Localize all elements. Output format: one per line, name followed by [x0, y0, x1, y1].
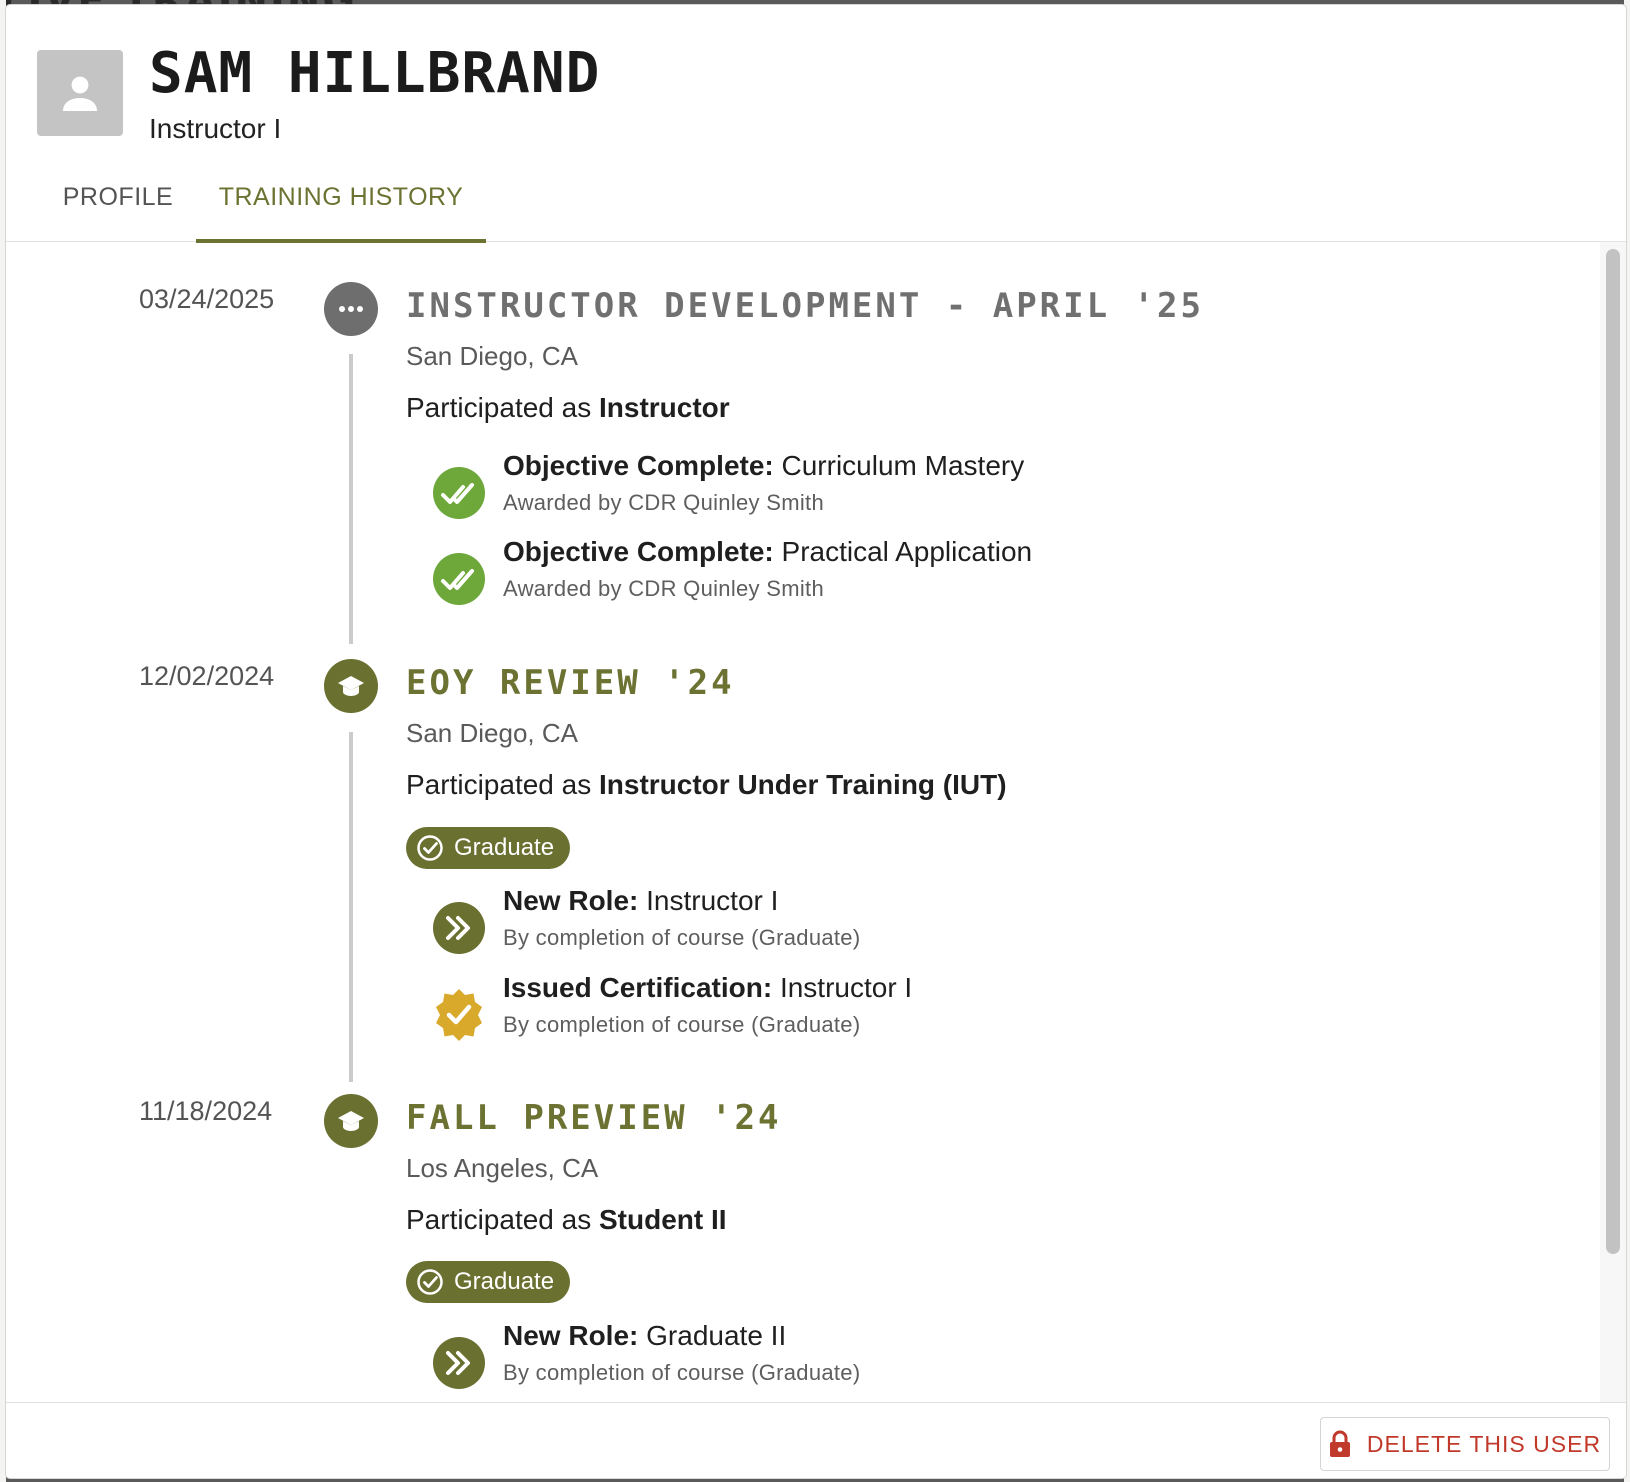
delete-button-label: DELETE THIS USER	[1366, 1430, 1602, 1457]
double-check-icon	[433, 553, 485, 605]
event-location: San Diego, CA	[406, 718, 578, 748]
delete-user-button[interactable]: DELETE THIS USER	[1320, 1417, 1610, 1471]
item-value: Curriculum Mastery	[781, 450, 1025, 481]
event-date: 03/24/2025	[139, 284, 275, 314]
person-icon	[63, 76, 97, 111]
event-title: FALL PREVIEW '24	[406, 1098, 782, 1138]
timeline-connector	[349, 732, 353, 1082]
participation-role: Instructor Under Training (IUT)	[599, 769, 1007, 800]
participation-role: Student II	[599, 1204, 727, 1235]
participation-prefix: Participated as	[406, 1204, 592, 1235]
user-role: Instructor I	[149, 113, 282, 144]
event-participation: Participated as Student II	[406, 1204, 727, 1236]
item-sub: By completion of course (Graduate)	[503, 1012, 861, 1037]
tab-bar: PROFILE TRAINING HISTORY	[6, 155, 1626, 243]
item-label: Objective Complete:	[503, 450, 774, 481]
user-name: SAM HILLBRAND	[149, 41, 601, 106]
user-detail-modal: SAM HILLBRAND Instructor I PROFILE TRAIN…	[6, 5, 1626, 1478]
badge-label: Graduate	[454, 1268, 555, 1295]
item-value: Graduate II	[646, 1320, 787, 1351]
graduate-badge: Graduate	[406, 827, 571, 869]
item-label: Objective Complete:	[503, 536, 774, 567]
lock-icon	[1329, 1430, 1350, 1457]
item-sub: Awarded by CDR Quinley Smith	[503, 576, 825, 601]
item-sub: Awarded by CDR Quinley Smith	[503, 490, 825, 515]
event-participation: Participated as Instructor	[406, 392, 730, 424]
item-sub: By completion of course (Graduate)	[503, 1360, 861, 1385]
event-location: San Diego, CA	[406, 341, 578, 371]
item-value: Instructor I	[779, 972, 913, 1003]
check-circle-icon	[417, 1269, 443, 1295]
training-history-timeline: 03/24/2025 INSTRUCTOR DEVELOPMENT - APRI…	[6, 242, 1596, 1402]
participation-prefix: Participated as	[406, 769, 592, 800]
check-circle-icon	[417, 835, 443, 861]
timeline-connector	[349, 354, 353, 644]
badge-label: Graduate	[454, 834, 555, 861]
certification-badge-icon	[436, 989, 482, 1041]
item-value: Practical Application	[781, 536, 1033, 567]
objective-complete-item: Objective Complete: Curriculum Mastery	[503, 450, 1024, 482]
scrollbar-thumb[interactable]	[1606, 249, 1620, 1254]
event-date: 12/02/2024	[139, 661, 275, 691]
modal-header: SAM HILLBRAND Instructor I	[6, 5, 1626, 155]
item-label: Issued Certification:	[503, 972, 773, 1003]
issued-certification-item: Issued Certification: Instructor I	[503, 972, 912, 1004]
double-chevron-right-icon	[433, 902, 485, 954]
graduate-badge: Graduate	[406, 1261, 571, 1303]
more-horizontal-icon	[339, 306, 363, 312]
item-label: New Role:	[503, 1320, 639, 1351]
new-role-item: New Role: Graduate II	[503, 1320, 786, 1352]
event-location: Los Angeles, CA	[406, 1153, 599, 1183]
item-value: Instructor I	[646, 885, 779, 916]
event-title: EOY REVIEW '24	[406, 663, 735, 703]
graduation-cap-icon	[338, 676, 364, 696]
tab-training-history[interactable]: TRAINING HISTORY	[196, 155, 486, 243]
event-status-node	[324, 1094, 378, 1148]
tab-profile[interactable]: PROFILE	[43, 155, 193, 239]
item-label: New Role:	[503, 885, 639, 916]
event-title: INSTRUCTOR DEVELOPMENT - APRIL '25	[406, 286, 1204, 326]
event-participation: Participated as Instructor Under Trainin…	[406, 769, 1007, 801]
new-role-item: New Role: Instructor I	[503, 885, 778, 917]
event-status-node	[324, 659, 378, 713]
avatar	[37, 50, 123, 136]
double-check-icon	[433, 467, 485, 519]
double-chevron-right-icon	[433, 1337, 485, 1389]
objective-complete-item: Objective Complete: Practical Applicatio…	[503, 536, 1032, 568]
graduation-cap-icon	[338, 1111, 364, 1131]
participation-role: Instructor	[599, 392, 730, 423]
modal-footer: DELETE THIS USER	[6, 1402, 1626, 1478]
event-status-node	[324, 282, 378, 336]
item-sub: By completion of course (Graduate)	[503, 925, 861, 950]
participation-prefix: Participated as	[406, 392, 592, 423]
event-date: 11/18/2024	[139, 1096, 273, 1126]
